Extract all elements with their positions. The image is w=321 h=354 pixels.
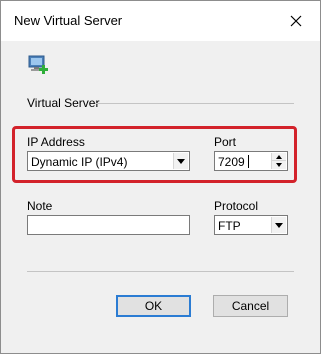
chevron-down-icon bbox=[271, 217, 286, 233]
spin-down-button[interactable] bbox=[272, 161, 286, 169]
protocol-value: FTP bbox=[218, 219, 241, 233]
arrow-up-icon bbox=[276, 154, 282, 159]
cancel-button[interactable]: Cancel bbox=[213, 295, 288, 317]
note-input[interactable] bbox=[27, 215, 190, 235]
port-value: 7209 bbox=[218, 155, 245, 169]
title-bar: New Virtual Server bbox=[1, 1, 320, 41]
port-label: Port bbox=[214, 135, 237, 149]
close-icon bbox=[290, 15, 302, 27]
note-label: Note bbox=[27, 199, 53, 213]
spinner-buttons bbox=[271, 153, 286, 169]
protocol-select[interactable]: FTP bbox=[214, 215, 288, 235]
dialog-window: New Virtual Server Virtual Server IP Add… bbox=[0, 0, 321, 354]
ip-address-label: IP Address bbox=[27, 135, 85, 149]
chevron-down-icon bbox=[173, 153, 188, 169]
ok-button[interactable]: OK bbox=[116, 295, 191, 317]
virtual-server-group-label: Virtual Server bbox=[27, 96, 100, 110]
arrow-down-icon bbox=[276, 163, 282, 167]
close-button[interactable] bbox=[279, 8, 313, 34]
protocol-label: Protocol bbox=[214, 199, 259, 213]
spin-up-button[interactable] bbox=[272, 153, 286, 161]
port-spinner[interactable]: 7209 bbox=[214, 151, 288, 171]
text-caret bbox=[248, 155, 249, 168]
window-title: New Virtual Server bbox=[14, 13, 123, 28]
ip-address-select[interactable]: Dynamic IP (IPv4) bbox=[27, 151, 190, 171]
group-divider bbox=[95, 103, 294, 104]
network-add-icon bbox=[28, 55, 48, 74]
button-separator bbox=[27, 271, 294, 272]
ip-address-value: Dynamic IP (IPv4) bbox=[31, 155, 128, 169]
